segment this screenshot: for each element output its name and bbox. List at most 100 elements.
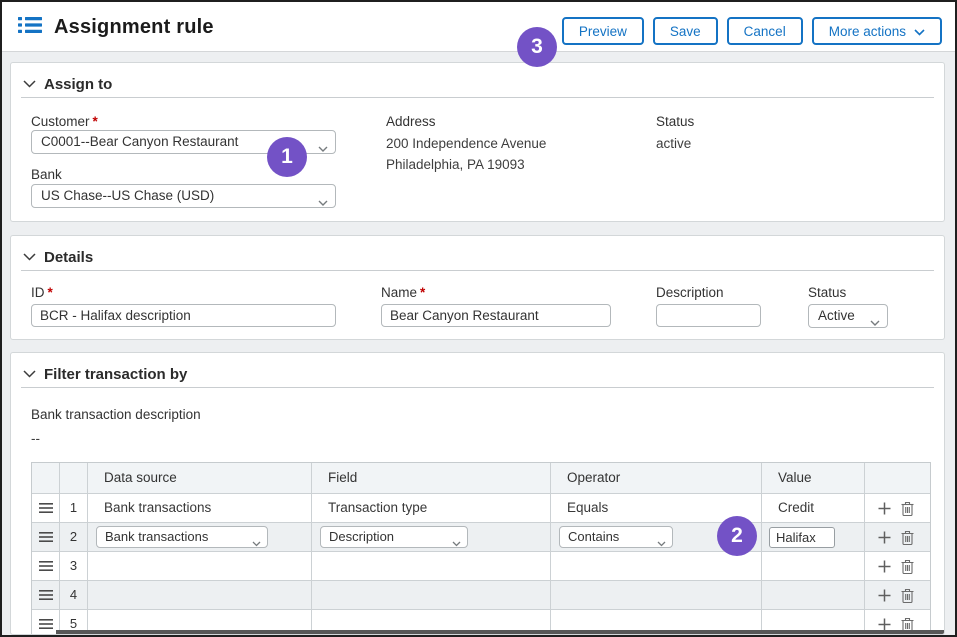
app-window: Assignment rule Preview Save Cancel More…: [0, 0, 957, 637]
section-title: Details: [44, 249, 93, 266]
id-label: ID*: [31, 285, 53, 300]
bank-select[interactable]: US Chase--US Chase (USD): [31, 184, 336, 208]
chevron-down-icon: [914, 24, 925, 39]
preview-button[interactable]: Preview: [562, 17, 644, 45]
address-line1: 200 Independence Avenue: [386, 136, 546, 151]
data-source-cell: [88, 581, 312, 610]
operator-cell: [551, 552, 762, 581]
status-value: active: [656, 136, 691, 151]
value-cell: [762, 552, 865, 581]
chevron-down-icon: [23, 365, 36, 383]
row-number: 4: [60, 581, 88, 610]
bank-transaction-description-label: Bank transaction description: [31, 407, 201, 422]
filter-transaction-section: Filter transaction by Bank transaction d…: [10, 352, 945, 635]
assign-to-section-header[interactable]: Assign to: [23, 75, 112, 93]
id-field[interactable]: [31, 304, 336, 327]
plus-icon[interactable]: [878, 502, 891, 515]
details-section-header[interactable]: Details: [23, 248, 93, 266]
step-1-badge: 1: [267, 137, 307, 177]
bank-transaction-description-value: --: [31, 431, 40, 446]
required-marker: *: [420, 285, 425, 300]
drag-handle-icon[interactable]: [32, 552, 60, 581]
chevron-down-icon: [23, 75, 36, 93]
save-button[interactable]: Save: [653, 17, 718, 45]
chevron-down-icon: [452, 535, 461, 548]
chevron-down-icon: [318, 194, 328, 208]
section-divider: [21, 97, 934, 98]
operator-cell: [551, 581, 762, 610]
data-source-select[interactable]: Bank transactions: [96, 526, 268, 548]
data-source-column-header: Data source: [88, 463, 312, 494]
status-label: Status: [656, 114, 694, 129]
plus-icon[interactable]: [878, 589, 891, 602]
value-cell: [762, 581, 865, 610]
chevron-down-icon: [657, 535, 666, 548]
page-header: Assignment rule: [18, 15, 214, 40]
field-column-header: Field: [312, 463, 551, 494]
value-field[interactable]: [769, 527, 835, 548]
drag-handle-icon[interactable]: [32, 581, 60, 610]
address-label: Address: [386, 114, 436, 129]
plus-icon[interactable]: [878, 618, 891, 631]
details-section: Details ID* Name* Description Status Act…: [10, 235, 945, 340]
actions-column-header: [865, 463, 930, 494]
section-divider: [21, 270, 934, 271]
plus-icon[interactable]: [878, 531, 891, 544]
data-source-cell: [88, 552, 312, 581]
table-row: 3: [32, 552, 930, 581]
chevron-down-icon: [23, 248, 36, 266]
table-row: 1 Bank transactions Transaction type Equ…: [32, 494, 930, 523]
required-marker: *: [93, 114, 98, 129]
drag-handle-icon[interactable]: [32, 523, 60, 552]
details-status-select[interactable]: Active: [808, 304, 888, 328]
step-3-badge: 3: [517, 27, 557, 67]
section-title: Assign to: [44, 76, 112, 93]
horizontal-scrollbar[interactable]: [56, 630, 944, 634]
trash-icon[interactable]: [901, 501, 914, 516]
more-actions-button[interactable]: More actions: [812, 17, 942, 45]
row-number: 1: [60, 494, 88, 523]
section-title: Filter transaction by: [44, 366, 187, 383]
required-marker: *: [48, 285, 53, 300]
assign-to-section: Assign to Customer* C0001--Bear Canyon R…: [10, 62, 945, 222]
table-row: 2 Bank transactions Description: [32, 523, 930, 552]
value-column-header: Value: [762, 463, 865, 494]
operator-select[interactable]: Contains: [559, 526, 673, 548]
table-header-row: Data source Field Operator Value: [32, 463, 930, 494]
description-label: Description: [656, 285, 724, 300]
action-toolbar: Preview Save Cancel More actions: [562, 17, 942, 45]
drag-column-header: [32, 463, 60, 494]
table-row: 4: [32, 581, 930, 610]
details-status-label: Status: [808, 285, 846, 300]
bank-label: Bank: [31, 167, 62, 182]
page-title: Assignment rule: [54, 16, 214, 39]
field-select[interactable]: Description: [320, 526, 468, 548]
drag-handle-icon[interactable]: [32, 494, 60, 523]
filter-conditions-table: Data source Field Operator Value 1 Bank …: [31, 462, 931, 635]
row-number: 2: [60, 523, 88, 552]
list-icon: [18, 15, 42, 40]
row-number-column-header: [60, 463, 88, 494]
trash-icon[interactable]: [901, 559, 914, 574]
operator-column-header: Operator: [551, 463, 762, 494]
trash-icon[interactable]: [901, 588, 914, 603]
data-source-cell: Bank transactions: [88, 494, 312, 523]
plus-icon[interactable]: [878, 560, 891, 573]
field-cell: [312, 552, 551, 581]
address-line2: Philadelphia, PA 19093: [386, 157, 525, 172]
value-cell: Credit: [762, 494, 865, 523]
chevron-down-icon: [318, 140, 328, 154]
filter-section-header[interactable]: Filter transaction by: [23, 365, 187, 383]
chevron-down-icon: [870, 314, 880, 328]
step-2-badge: 2: [717, 516, 757, 556]
field-cell: Transaction type: [312, 494, 551, 523]
row-number: 3: [60, 552, 88, 581]
name-field[interactable]: [381, 304, 611, 327]
trash-icon[interactable]: [901, 530, 914, 545]
field-cell: [312, 581, 551, 610]
description-field[interactable]: [656, 304, 761, 327]
customer-label: Customer*: [31, 114, 98, 129]
name-label: Name*: [381, 285, 425, 300]
section-divider: [21, 387, 934, 388]
cancel-button[interactable]: Cancel: [727, 17, 803, 45]
